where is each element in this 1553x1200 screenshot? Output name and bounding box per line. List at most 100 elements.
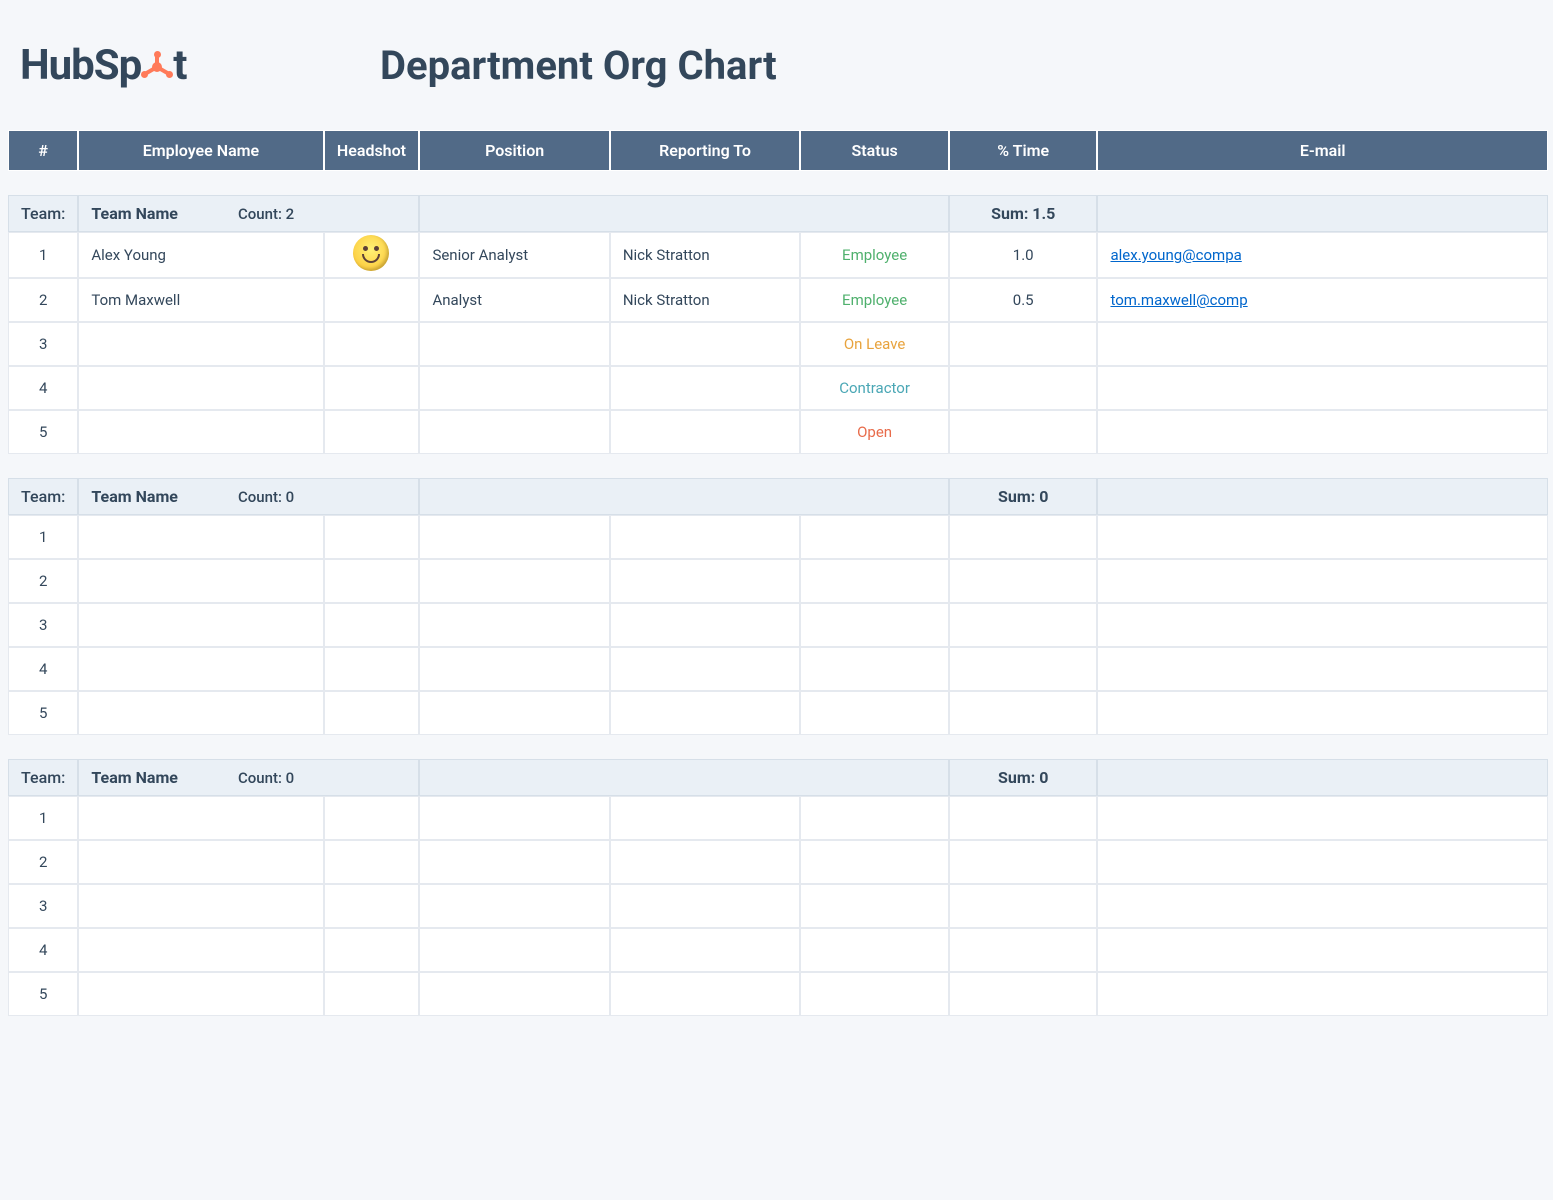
cell-position[interactable]: [419, 691, 609, 735]
cell-email[interactable]: [1097, 840, 1548, 884]
cell-position[interactable]: [419, 366, 609, 410]
cell-position[interactable]: [419, 559, 609, 603]
cell-headshot[interactable]: [324, 884, 420, 928]
cell-time[interactable]: [949, 796, 1098, 840]
cell-status[interactable]: [800, 796, 949, 840]
team-name-cell[interactable]: Team NameCount: 0: [78, 759, 419, 796]
cell-reporting[interactable]: [610, 515, 800, 559]
cell-name[interactable]: Tom Maxwell: [78, 278, 323, 322]
cell-headshot[interactable]: [324, 410, 420, 454]
cell-status[interactable]: On Leave: [800, 322, 949, 366]
cell-reporting[interactable]: [610, 366, 800, 410]
cell-num[interactable]: 1: [8, 515, 78, 559]
cell-time[interactable]: [949, 410, 1098, 454]
cell-time[interactable]: [949, 515, 1098, 559]
cell-position[interactable]: [419, 884, 609, 928]
cell-headshot[interactable]: [324, 647, 420, 691]
cell-num[interactable]: 4: [8, 647, 78, 691]
cell-name[interactable]: [78, 647, 323, 691]
cell-position[interactable]: Analyst: [419, 278, 609, 322]
cell-status[interactable]: [800, 559, 949, 603]
cell-reporting[interactable]: [610, 559, 800, 603]
cell-email[interactable]: [1097, 366, 1548, 410]
cell-name[interactable]: [78, 840, 323, 884]
cell-email[interactable]: [1097, 928, 1548, 972]
cell-name[interactable]: [78, 972, 323, 1016]
cell-headshot[interactable]: [324, 691, 420, 735]
cell-position[interactable]: [419, 796, 609, 840]
cell-num[interactable]: 3: [8, 603, 78, 647]
team-name-cell[interactable]: Team NameCount: 0: [78, 478, 419, 515]
cell-email[interactable]: [1097, 972, 1548, 1016]
email-link[interactable]: tom.maxwell@comp: [1110, 291, 1247, 309]
cell-status[interactable]: [800, 972, 949, 1016]
col-header-num[interactable]: #: [8, 130, 78, 171]
cell-email[interactable]: [1097, 603, 1548, 647]
cell-reporting[interactable]: [610, 884, 800, 928]
col-header-email[interactable]: E-mail: [1097, 130, 1548, 171]
cell-email[interactable]: [1097, 559, 1548, 603]
cell-name[interactable]: [78, 366, 323, 410]
cell-position[interactable]: [419, 603, 609, 647]
cell-headshot[interactable]: [324, 278, 420, 322]
cell-num[interactable]: 5: [8, 410, 78, 454]
cell-position[interactable]: [419, 972, 609, 1016]
col-header-status[interactable]: Status: [800, 130, 949, 171]
cell-num[interactable]: 1: [8, 232, 78, 278]
cell-reporting[interactable]: [610, 410, 800, 454]
cell-time[interactable]: [949, 928, 1098, 972]
cell-name[interactable]: [78, 884, 323, 928]
team-name-cell[interactable]: Team NameCount: 2: [78, 195, 419, 232]
cell-status[interactable]: Employee: [800, 232, 949, 278]
cell-headshot[interactable]: [324, 603, 420, 647]
cell-num[interactable]: 2: [8, 840, 78, 884]
cell-headshot[interactable]: [324, 928, 420, 972]
cell-headshot[interactable]: [324, 515, 420, 559]
cell-status[interactable]: [800, 840, 949, 884]
cell-time[interactable]: [949, 559, 1098, 603]
cell-position[interactable]: [419, 647, 609, 691]
cell-name[interactable]: [78, 928, 323, 972]
cell-email[interactable]: [1097, 322, 1548, 366]
cell-num[interactable]: 2: [8, 278, 78, 322]
cell-headshot[interactable]: [324, 322, 420, 366]
cell-name[interactable]: [78, 603, 323, 647]
cell-status[interactable]: Open: [800, 410, 949, 454]
cell-reporting[interactable]: [610, 840, 800, 884]
cell-status[interactable]: [800, 647, 949, 691]
col-header-position[interactable]: Position: [419, 130, 609, 171]
cell-position[interactable]: [419, 840, 609, 884]
cell-position[interactable]: Senior Analyst: [419, 232, 609, 278]
cell-num[interactable]: 1: [8, 796, 78, 840]
cell-status[interactable]: [800, 928, 949, 972]
cell-email[interactable]: [1097, 647, 1548, 691]
cell-email[interactable]: [1097, 796, 1548, 840]
cell-status[interactable]: Contractor: [800, 366, 949, 410]
cell-status[interactable]: Employee: [800, 278, 949, 322]
cell-name[interactable]: [78, 559, 323, 603]
cell-email[interactable]: [1097, 410, 1548, 454]
cell-num[interactable]: 4: [8, 366, 78, 410]
email-link[interactable]: alex.young@compa: [1110, 246, 1241, 264]
cell-headshot[interactable]: [324, 559, 420, 603]
cell-num[interactable]: 5: [8, 691, 78, 735]
cell-position[interactable]: [419, 515, 609, 559]
cell-num[interactable]: 5: [8, 972, 78, 1016]
cell-time[interactable]: 0.5: [949, 278, 1098, 322]
col-header-time[interactable]: % Time: [949, 130, 1098, 171]
cell-time[interactable]: [949, 603, 1098, 647]
cell-status[interactable]: [800, 884, 949, 928]
cell-time[interactable]: [949, 840, 1098, 884]
cell-num[interactable]: 3: [8, 322, 78, 366]
cell-reporting[interactable]: Nick Stratton: [610, 232, 800, 278]
cell-reporting[interactable]: [610, 796, 800, 840]
cell-time[interactable]: [949, 322, 1098, 366]
cell-time[interactable]: [949, 691, 1098, 735]
cell-reporting[interactable]: [610, 322, 800, 366]
cell-num[interactable]: 2: [8, 559, 78, 603]
cell-position[interactable]: [419, 410, 609, 454]
cell-time[interactable]: [949, 647, 1098, 691]
cell-reporting[interactable]: [610, 603, 800, 647]
cell-name[interactable]: [78, 691, 323, 735]
col-header-headshot[interactable]: Headshot: [324, 130, 420, 171]
